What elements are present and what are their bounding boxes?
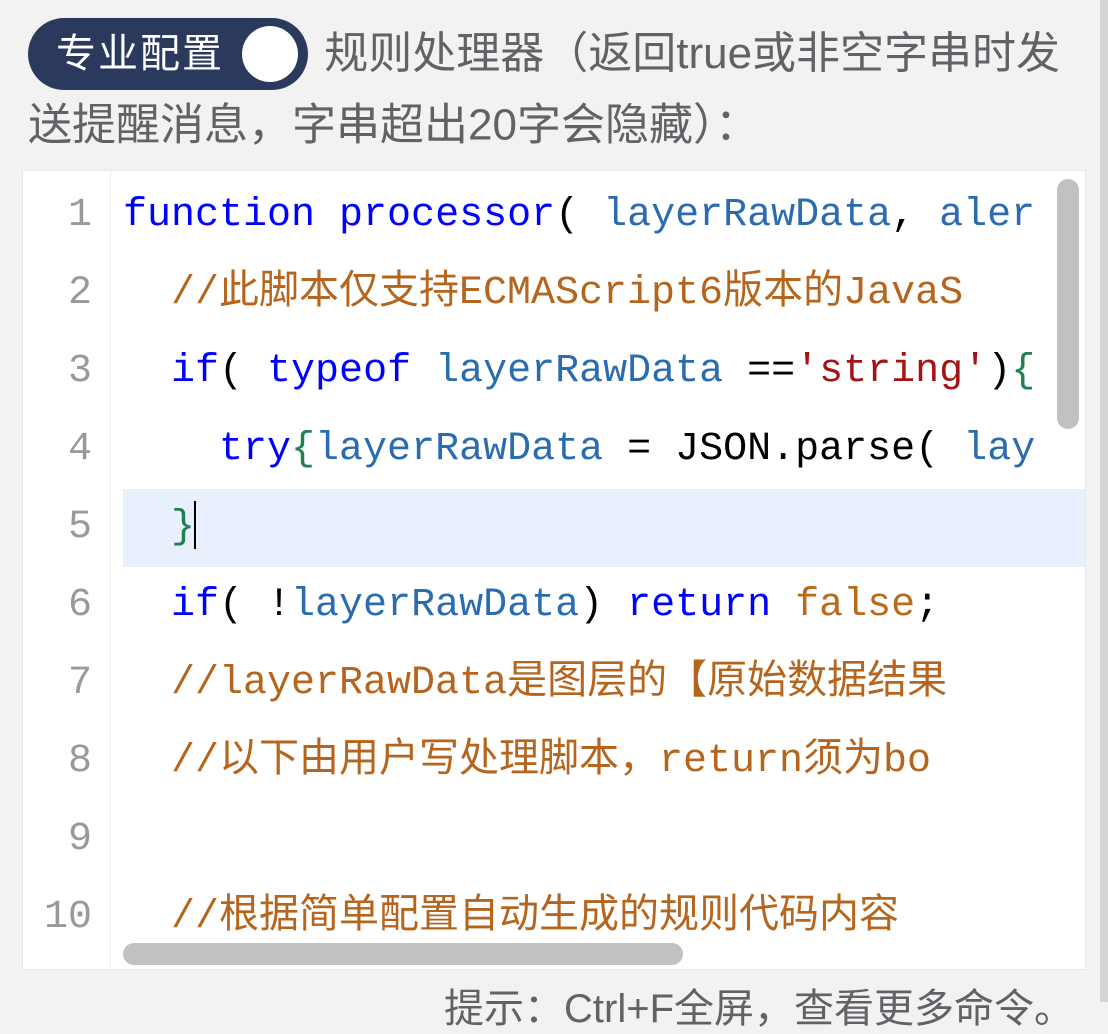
code-line[interactable] <box>123 801 1085 879</box>
line-number: 1 <box>23 177 102 255</box>
code-line[interactable]: //以下由用户写处理脚本，return须为bo <box>123 723 1085 801</box>
header: 专业配置 规则处理器（返回true或非空字串时发送提醒消息，字串超出20字会隐藏… <box>0 0 1108 166</box>
right-shadow <box>1100 0 1108 1002</box>
horizontal-scrollbar-thumb[interactable] <box>123 943 683 965</box>
code-editor[interactable]: 12345678910 function processor( layerRaw… <box>22 170 1086 970</box>
pro-config-label: 专业配置 <box>56 24 224 84</box>
code-line[interactable]: } <box>123 489 1085 567</box>
line-number-gutter: 12345678910 <box>23 171 111 969</box>
line-number: 9 <box>23 801 102 879</box>
line-number: 6 <box>23 567 102 645</box>
toggle-knob <box>242 26 298 82</box>
line-number: 8 <box>23 723 102 801</box>
horizontal-scrollbar[interactable] <box>123 943 1083 965</box>
code-line[interactable]: //此脚本仅支持ECMAScript6版本的JavaS <box>123 255 1085 333</box>
hint-text: 提示：Ctrl+F全屏，查看更多命令。 <box>0 970 1108 1034</box>
line-number: 4 <box>23 411 102 489</box>
pro-config-toggle[interactable]: 专业配置 <box>28 18 308 90</box>
code-line[interactable]: //layerRawData是图层的【原始数据结果 <box>123 645 1085 723</box>
line-number: 3 <box>23 333 102 411</box>
code-content[interactable]: function processor( layerRawData, aler /… <box>111 171 1085 969</box>
line-number: 7 <box>23 645 102 723</box>
code-line[interactable]: if( !layerRawData) return false; <box>123 567 1085 645</box>
code-line[interactable]: if( typeof layerRawData =='string'){ <box>123 333 1085 411</box>
line-number: 5 <box>23 489 102 567</box>
line-number: 2 <box>23 255 102 333</box>
text-cursor <box>194 501 196 549</box>
code-line[interactable]: function processor( layerRawData, aler <box>123 177 1085 255</box>
code-line[interactable]: try{layerRawData = JSON.parse( lay <box>123 411 1085 489</box>
line-number: 10 <box>23 879 102 957</box>
vertical-scrollbar-thumb[interactable] <box>1057 179 1079 429</box>
